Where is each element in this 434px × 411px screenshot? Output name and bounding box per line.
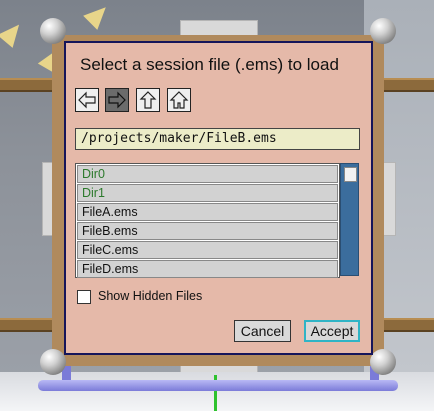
up-button[interactable] [136,88,160,112]
list-item[interactable]: FileA.ems [77,203,338,221]
show-hidden-label: Show Hidden Files [98,289,203,303]
cancel-button[interactable]: Cancel [234,320,291,342]
corner-ball[interactable] [370,349,396,375]
list-item[interactable]: FileB.ems [77,222,338,240]
forward-button[interactable] [105,88,129,112]
corner-ball[interactable] [40,18,66,44]
list-item[interactable]: FileC.ems [77,241,338,259]
arrow-right-icon [108,91,126,109]
show-hidden-checkbox[interactable] [77,290,91,304]
scrollbar-thumb[interactable] [344,167,357,182]
corner-ball[interactable] [370,18,396,44]
file-dialog: Select a session file (.ems) to load /pr… [64,41,373,355]
list-item[interactable]: Dir0 [77,165,338,183]
home-button[interactable] [167,88,191,112]
arrow-left-icon [78,91,96,109]
path-field[interactable]: /projects/maker/FileB.ems [75,128,360,150]
home-icon [169,91,189,109]
list-item[interactable]: Dir1 [77,184,338,202]
scrollbar[interactable] [340,163,359,276]
corner-ball[interactable] [40,349,66,375]
list-item[interactable]: FileD.ems [77,260,338,278]
file-list[interactable]: Dir0 Dir1 FileA.ems FileB.ems FileC.ems … [75,163,340,278]
dialog-title: Select a session file (.ems) to load [80,55,339,74]
shelf [0,78,60,92]
shelf [0,318,60,332]
back-button[interactable] [75,88,99,112]
shelf [380,318,434,332]
accept-button[interactable]: Accept [304,320,360,342]
shelf [380,78,434,92]
arrow-up-icon [139,91,157,109]
floor-bar [38,380,398,391]
